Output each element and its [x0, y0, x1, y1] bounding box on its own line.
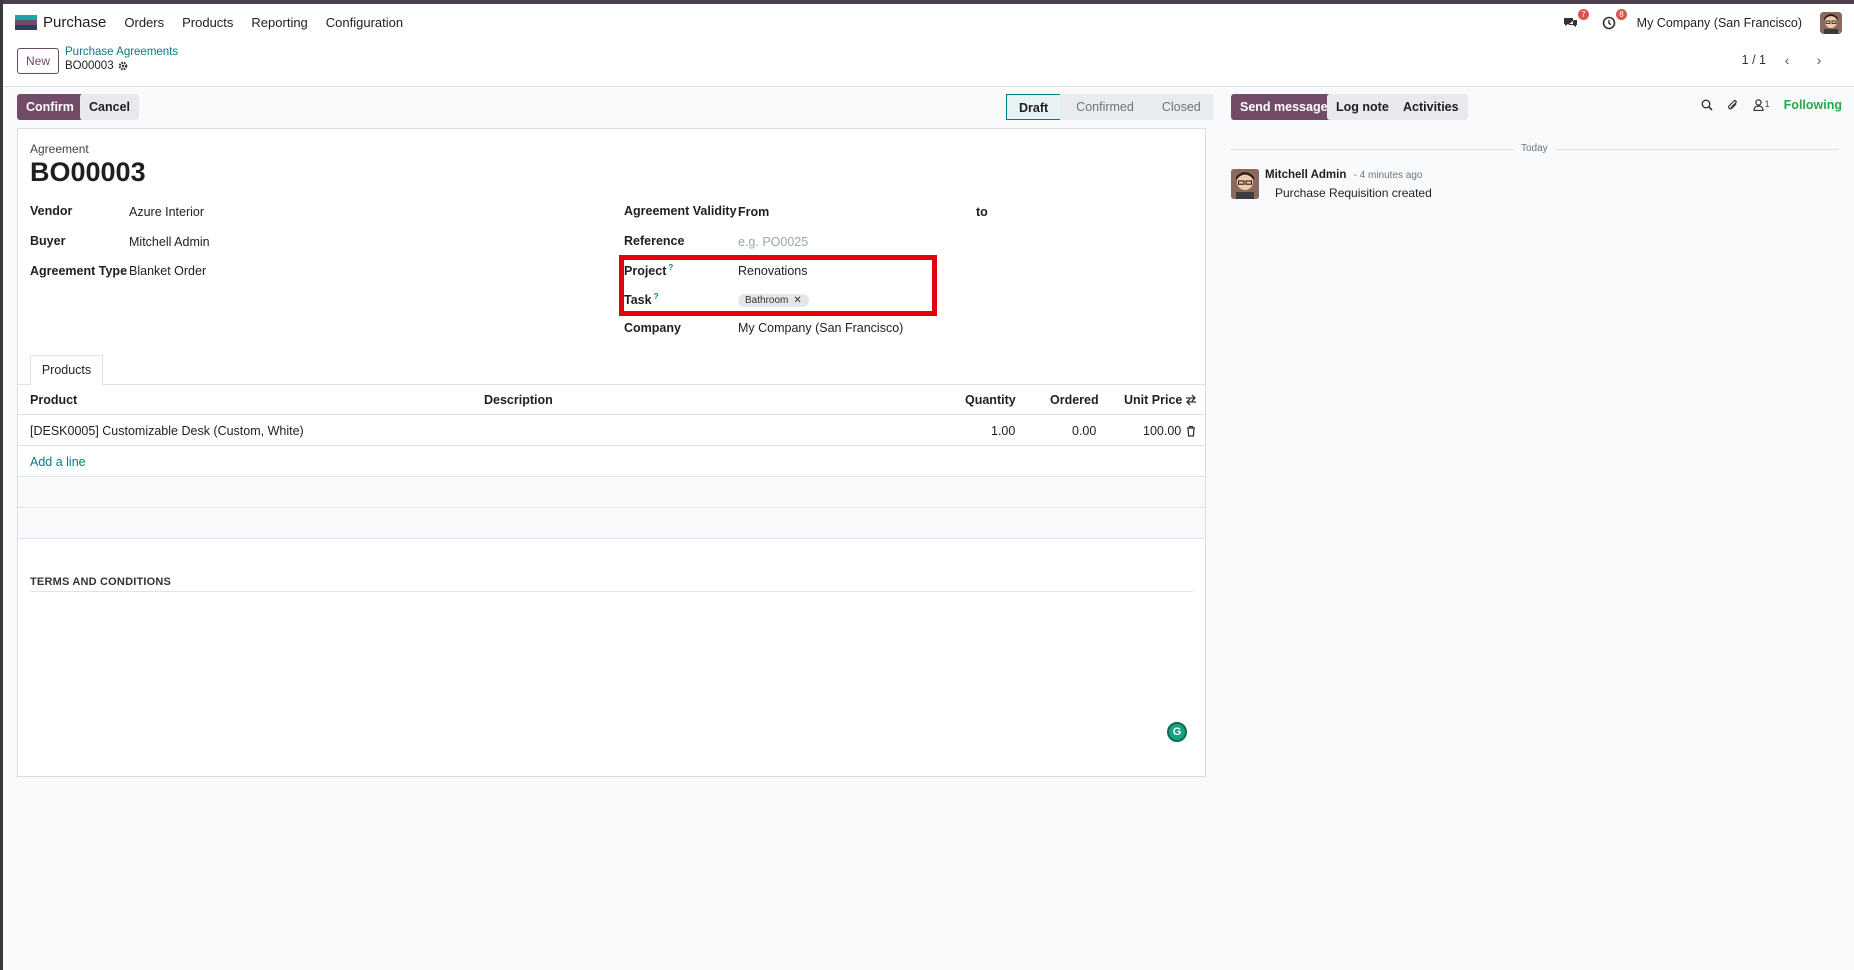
company-switcher[interactable]: My Company (San Francisco)	[1637, 16, 1802, 30]
empty-table-row	[18, 509, 1205, 539]
agreement-type-field[interactable]: Blanket Order	[129, 264, 206, 278]
activities-button[interactable]: Activities	[1394, 94, 1468, 120]
log-note-button[interactable]: Log note	[1327, 94, 1398, 120]
empty-table-row	[18, 478, 1205, 508]
column-ordered[interactable]: Ordered	[1050, 393, 1099, 407]
chatter-topbar-icons: 1 Following	[1701, 98, 1842, 112]
agreement-validity-label: Agreement Validity	[624, 204, 737, 218]
control-panel: New Purchase Agreements BO00003 1 / 1 ‹ …	[3, 41, 1854, 87]
vendor-field[interactable]: Azure Interior	[129, 205, 204, 219]
agreement-title-label: Agreement	[30, 142, 89, 156]
add-line-link[interactable]: Add a line	[30, 455, 86, 469]
messaging-menu[interactable]: 7	[1561, 8, 1589, 33]
breadcrumb: Purchase Agreements BO00003	[65, 46, 178, 72]
pager-previous-button[interactable]: ‹	[1776, 49, 1798, 71]
highlight-annotation-box	[619, 255, 937, 316]
breadcrumb-purchase-agreements[interactable]: Purchase Agreements	[65, 46, 178, 58]
status-closed[interactable]: Closed	[1145, 94, 1213, 120]
reference-input[interactable]: e.g. PO0025	[738, 235, 808, 249]
optional-columns-icon[interactable]	[1185, 394, 1197, 406]
breadcrumb-current-label: BO00003	[65, 60, 114, 72]
company-field[interactable]: My Company (San Francisco)	[738, 321, 903, 335]
column-description[interactable]: Description	[484, 393, 553, 407]
menu-orders[interactable]: Orders	[124, 15, 164, 30]
clock-icon	[1602, 16, 1615, 29]
tab-products[interactable]: Products	[30, 355, 103, 386]
vendor-label: Vendor	[30, 204, 73, 218]
reference-label: Reference	[624, 234, 685, 248]
user-avatar[interactable]	[1820, 11, 1842, 34]
buyer-field[interactable]: Mitchell Admin	[129, 235, 210, 249]
confirm-button[interactable]: Confirm	[17, 94, 83, 120]
menu-products[interactable]: Products	[182, 15, 233, 30]
activity-menu[interactable]: 8	[1599, 8, 1627, 33]
message-timestamp: - 4 minutes ago	[1353, 170, 1423, 181]
menu-configuration[interactable]: Configuration	[326, 15, 403, 30]
row-product[interactable]: [DESK0005] Customizable Desk (Custom, Wh…	[30, 424, 304, 438]
activities-badge: 8	[1616, 8, 1627, 20]
date-separator: Today	[1231, 140, 1839, 160]
top-navbar: Purchase Orders Products Reporting Confi…	[3, 4, 1854, 41]
terms-divider	[30, 591, 1193, 592]
send-message-button[interactable]: Send message	[1231, 94, 1337, 120]
message-author: Mitchell Admin - 4 minutes ago	[1265, 169, 1423, 181]
chat-icon	[1564, 17, 1578, 27]
chevron-right-icon: ›	[1816, 52, 1822, 68]
message-author-name[interactable]: Mitchell Admin	[1265, 169, 1346, 181]
date-separator-label: Today	[1521, 143, 1548, 154]
paperclip-icon[interactable]	[1727, 99, 1739, 112]
new-button[interactable]: New	[17, 48, 59, 74]
status-draft[interactable]: Draft	[1006, 94, 1061, 120]
column-unit-price[interactable]: Unit Price	[1124, 393, 1182, 407]
separator-line	[1231, 149, 1514, 150]
gear-icon[interactable]	[118, 61, 128, 71]
followers-button[interactable]: 1	[1753, 99, 1770, 111]
column-quantity[interactable]: Quantity	[965, 393, 1016, 407]
pager: 1 / 1 ‹ ›	[1742, 49, 1830, 71]
search-icon[interactable]	[1701, 99, 1713, 111]
add-line-row: Add a line	[18, 447, 1205, 477]
notebook-tabs: Products	[18, 355, 1205, 386]
followers-count: 1	[1764, 99, 1770, 109]
agreement-reference-title[interactable]: BO00003	[30, 157, 146, 188]
messages-badge: 7	[1578, 8, 1589, 20]
message-author-avatar[interactable]	[1231, 169, 1259, 199]
status-bar: Draft Confirmed Closed	[1006, 94, 1213, 120]
app-name[interactable]: Purchase	[43, 14, 106, 31]
row-quantity[interactable]: 1.00	[991, 424, 1015, 438]
grammarly-icon[interactable]: G	[1167, 722, 1187, 742]
author-avatar-image	[1231, 169, 1259, 199]
purchase-app-icon[interactable]	[15, 14, 37, 31]
validity-from-field[interactable]: From	[738, 205, 769, 219]
cancel-button[interactable]: Cancel	[80, 94, 139, 120]
company-label: Company	[624, 321, 681, 335]
agreement-type-label: Agreement Type	[30, 264, 128, 278]
following-button[interactable]: Following	[1784, 98, 1842, 112]
separator-line	[1556, 149, 1839, 150]
validity-to-field[interactable]: to	[976, 205, 988, 219]
window-left-border	[0, 0, 3, 970]
column-product[interactable]: Product	[30, 393, 77, 407]
buyer-label: Buyer	[30, 234, 66, 248]
chevron-left-icon: ‹	[1784, 52, 1790, 68]
pager-next-button[interactable]: ›	[1808, 49, 1830, 71]
menu-reporting[interactable]: Reporting	[251, 15, 307, 30]
status-confirmed[interactable]: Confirmed	[1060, 94, 1146, 120]
message-body: Purchase Requisition created	[1275, 186, 1432, 200]
user-icon	[1753, 99, 1764, 111]
user-avatar-image	[1820, 11, 1842, 34]
table-row[interactable]: [DESK0005] Customizable Desk (Custom, Wh…	[18, 416, 1205, 446]
breadcrumb-current-record: BO00003	[65, 60, 178, 72]
form-sheet: Agreement BO00003 Vendor Azure Interior …	[17, 128, 1206, 777]
trash-icon[interactable]	[1186, 425, 1196, 437]
terms-editor[interactable]	[30, 599, 1193, 759]
row-ordered[interactable]: 0.00	[1072, 424, 1096, 438]
products-table-header: Product Description Quantity Ordered Uni…	[18, 385, 1205, 415]
pager-value[interactable]: 1 / 1	[1742, 53, 1766, 67]
row-unit-price[interactable]: 100.00	[1143, 424, 1181, 438]
terms-and-conditions-heading: TERMS AND CONDITIONS	[30, 576, 172, 588]
